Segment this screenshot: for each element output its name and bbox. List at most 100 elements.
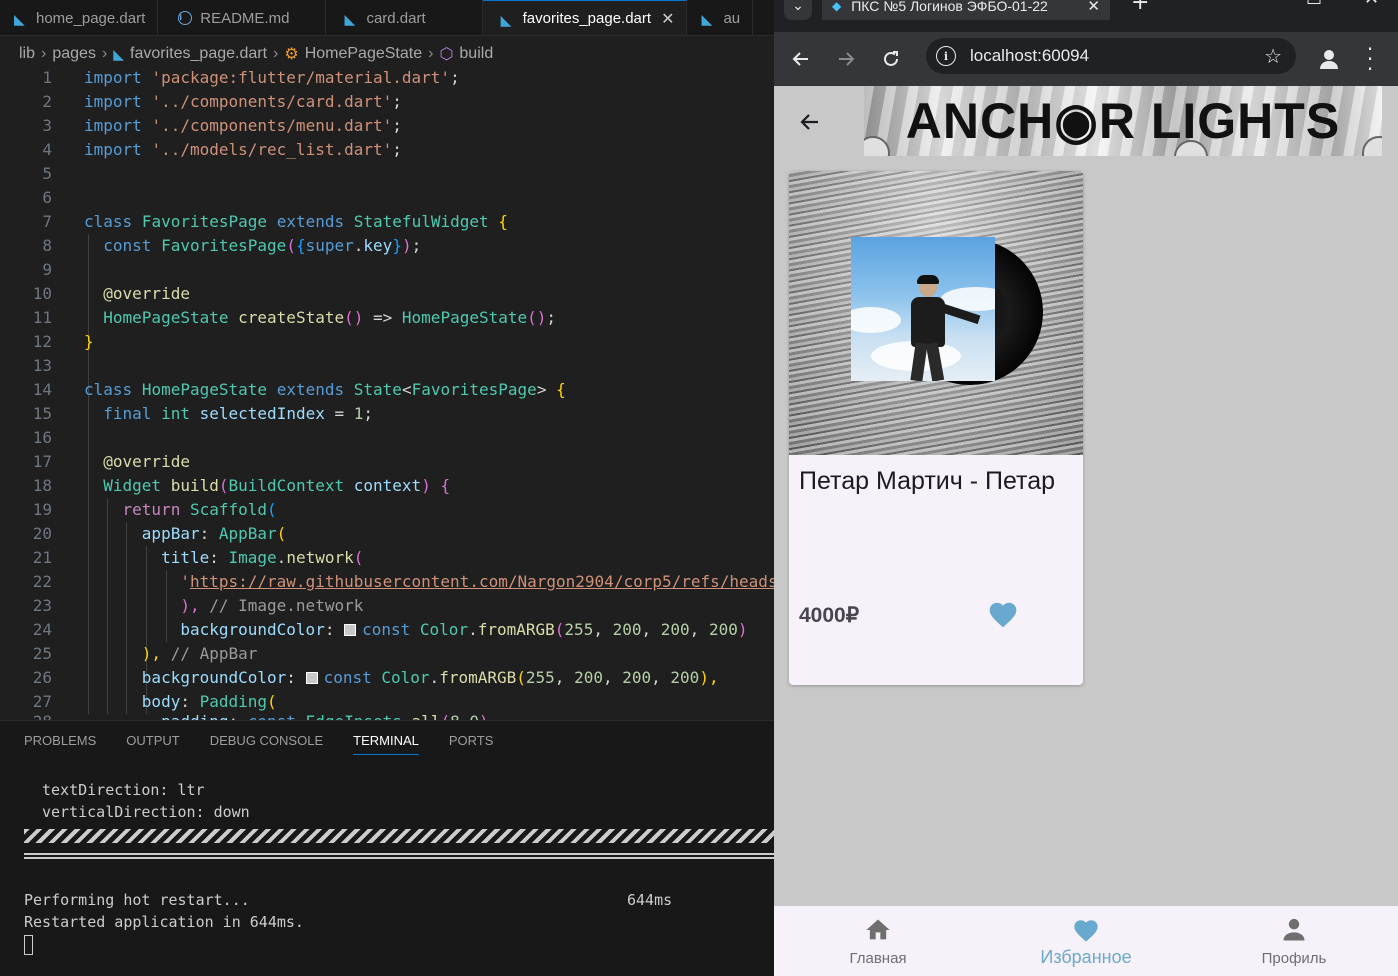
code-line: 9 — [42, 260, 52, 279]
code-line: 4 import '../models/rec_list.dart'; — [42, 140, 402, 159]
banner-title: ANCH◉R LIGHTS — [905, 93, 1341, 149]
code-line: 21 title: Image.network( — [32, 548, 364, 567]
code-line: 19 return Scaffold( — [32, 500, 277, 519]
dart-icon: ◣ — [344, 11, 356, 27]
code-line: 23 ), // Image.network — [32, 596, 364, 615]
breadcrumb-item[interactable]: lib — [19, 45, 35, 63]
chevron-right-icon: › — [428, 45, 434, 62]
close-icon[interactable]: ✕ — [1087, 0, 1100, 15]
vscode-window: ◣ home_page.dart i README.md ◣ card.dart… — [0, 0, 774, 976]
address-bar[interactable]: i localhost:60094 ☆ — [926, 38, 1296, 74]
chevron-right-icon: › — [41, 45, 47, 62]
color-swatch[interactable] — [344, 624, 357, 636]
breadcrumb-item[interactable]: HomePageState — [305, 45, 422, 63]
tab-readme[interactable]: i README.md — [158, 0, 327, 35]
terminal-divider — [24, 829, 774, 843]
terminal-line: textDirection: ltr — [42, 781, 205, 799]
site-info-icon[interactable]: i — [936, 46, 956, 66]
bookmark-star-icon[interactable]: ☆ — [1264, 44, 1282, 68]
nav-item-profile[interactable]: Профиль — [1190, 906, 1398, 976]
card-title: Петар Мартич - Петар — [799, 467, 1056, 495]
breadcrumb: lib › pages › ◣ favorites_page.dart › ⚙ … — [0, 40, 774, 68]
code-line: 10 @override — [32, 284, 190, 303]
chevron-down-icon[interactable]: ⌄ — [784, 0, 812, 20]
forward-icon[interactable] — [829, 42, 863, 76]
tab-label: README.md — [200, 9, 290, 27]
product-card[interactable]: Петар Мартич - Петар 4000₽ — [789, 171, 1083, 685]
code-line: 3 import '../components/menu.dart'; — [42, 116, 402, 135]
terminal-line: verticalDirection: down — [42, 803, 250, 821]
nav-label: Профиль — [1261, 950, 1327, 967]
window-close-button[interactable]: ✕ — [1364, 0, 1379, 9]
back-icon[interactable] — [784, 42, 818, 76]
code-line: 16 — [32, 428, 52, 447]
code-line: 13 — [32, 356, 52, 375]
home-icon — [866, 919, 890, 940]
tab-card[interactable]: ◣ card.dart — [326, 0, 483, 35]
dart-icon: ◣ — [500, 11, 512, 28]
chevron-right-icon: › — [101, 45, 108, 62]
url-link[interactable]: https://raw.githubusercontent.com/Nargon… — [190, 572, 774, 591]
card-price: 4000₽ — [799, 604, 860, 627]
info-icon: i — [178, 11, 193, 25]
back-arrow-icon[interactable] — [790, 102, 830, 142]
close-icon[interactable]: ✕ — [661, 9, 674, 29]
person-figure — [903, 275, 981, 381]
bottom-navigation: Главная Избранное Профиль — [774, 906, 1398, 976]
terminal-line: Restarted application in 644ms. — [24, 913, 304, 931]
breadcrumb-item[interactable]: build — [459, 45, 493, 63]
method-icon: ⬡ — [439, 46, 454, 63]
terminal-cursor — [24, 935, 33, 955]
code-editor[interactable]: 1 import 'package:flutter/material.dart';… — [0, 66, 774, 720]
chevron-right-icon: › — [273, 45, 279, 62]
editor-tab-bar: ◣ home_page.dart i README.md ◣ card.dart… — [0, 0, 774, 36]
color-swatch[interactable] — [305, 672, 318, 684]
person-icon — [1283, 918, 1305, 941]
code-line: 5 — [42, 164, 52, 183]
tab-label: home_page.dart — [36, 9, 146, 27]
browser-toolbar: i localhost:60094 ☆ · · · — [774, 32, 1398, 86]
nav-item-favorites[interactable]: Избранное — [982, 906, 1190, 976]
tab-favorites-page[interactable]: ◣ favorites_page.dart ✕ — [482, 0, 688, 35]
code-line: 20 appBar: AppBar( — [32, 524, 287, 543]
flutter-app: ANCH◉R LIGHTS Петар Мартич - Петар 4000₽… — [774, 86, 1398, 976]
app-bar: ANCH◉R LIGHTS — [774, 86, 1398, 156]
code-line: 18 Widget build(BuildContext context) { — [32, 476, 451, 495]
nav-label: Главная — [849, 950, 907, 967]
tab-au[interactable]: ◣ au — [687, 0, 754, 35]
bottom-panel: PROBLEMS OUTPUT DEBUG CONSOLE TERMINAL P… — [0, 720, 774, 976]
nav-item-home[interactable]: Главная — [774, 906, 982, 976]
browser-window: ⌄ ◆ ПКС №5 Логинов ЭФБО-01-22 ✕ + — ☐ ✕ … — [774, 0, 1398, 976]
code-line: 11 HomePageState createState() => HomePa… — [32, 308, 557, 327]
dart-icon: ◣ — [113, 45, 125, 62]
minimize-button[interactable]: — — [1250, 0, 1268, 9]
code-line: 17 @override — [32, 452, 190, 471]
url-text[interactable]: localhost:60094 — [970, 46, 1264, 66]
code-line: 6 — [42, 188, 52, 207]
code-line: 28 padding: const EdgeInsets.all(8.0) — [0, 710, 774, 720]
tab-label: favorites_page.dart — [522, 10, 652, 27]
more-menu-icon[interactable]: · · · — [1362, 39, 1378, 79]
flutter-icon: ◆ — [832, 0, 842, 13]
code-line: 26 backgroundColor: const Color.fromARGB… — [32, 668, 719, 687]
reload-icon[interactable] — [874, 42, 908, 76]
browser-tab-title: ПКС №5 Логинов ЭФБО-01-22 — [851, 0, 1048, 14]
terminal-divider — [24, 853, 774, 859]
new-tab-button[interactable]: + — [1131, 0, 1149, 15]
profile-icon[interactable] — [1314, 44, 1344, 74]
terminal[interactable]: textDirection: ltr verticalDirection: do… — [0, 721, 774, 976]
code-line: 14 class HomePageState extends State<Favo… — [32, 380, 566, 399]
album-cover-image — [789, 171, 1083, 455]
dart-icon: ◣ — [14, 11, 25, 27]
class-icon: ⚙ — [284, 46, 299, 63]
favorite-heart-icon[interactable] — [987, 599, 1019, 629]
breadcrumb-item[interactable]: favorites_page.dart — [130, 45, 267, 63]
nav-label: Избранное — [1040, 947, 1132, 967]
browser-tab-strip: ⌄ ◆ ПКС №5 Логинов ЭФБО-01-22 ✕ + — ☐ ✕ — [774, 0, 1398, 32]
breadcrumb-item[interactable]: pages — [52, 45, 96, 63]
tab-home-page[interactable]: ◣ home_page.dart — [0, 0, 159, 35]
code-line: 22 'https://raw.githubusercontent.com/Na… — [0, 570, 774, 594]
maximize-button[interactable]: ☐ — [1306, 0, 1322, 9]
browser-tab[interactable]: ◆ ПКС №5 Логинов ЭФБО-01-22 ✕ — [822, 0, 1110, 20]
code-line: 24 backgroundColor: const Color.fromARGB… — [32, 620, 748, 639]
